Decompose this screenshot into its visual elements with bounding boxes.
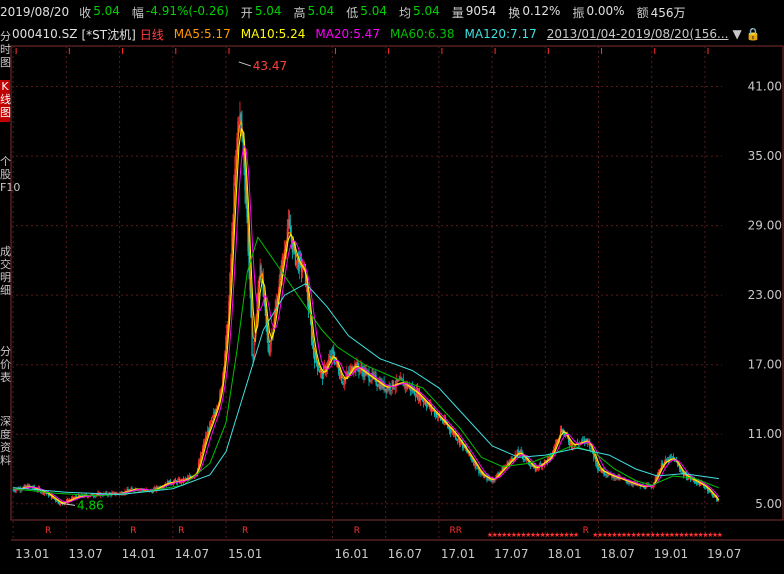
candle-body (282, 256, 284, 258)
candle-body (311, 341, 314, 346)
ma120-line (13, 282, 719, 496)
r-marker: R (45, 526, 51, 536)
candle-body (212, 415, 214, 418)
r-marker: RR (450, 526, 463, 536)
x-tick-label: 18.07 (601, 547, 635, 561)
x-tick-label: 17.07 (494, 547, 528, 561)
x-tick-label: 14.01 (122, 547, 156, 561)
candle-body (436, 416, 439, 418)
ma10-line (13, 127, 720, 504)
candle-body (472, 460, 474, 462)
candle-body (238, 120, 240, 122)
candle-body (451, 431, 453, 433)
high-annotation: 43.47 (253, 59, 287, 73)
candle-body (392, 380, 394, 389)
candle-body (328, 359, 330, 362)
candle-body (400, 377, 402, 379)
y-tick-label: 41.00 (748, 80, 782, 94)
candle-body (376, 384, 378, 386)
candle-body (210, 421, 212, 423)
candle-body (679, 468, 682, 472)
candle-body (343, 384, 345, 386)
candle-body (547, 456, 550, 458)
candle-body (394, 386, 396, 389)
candle-body (390, 390, 392, 392)
candle-body (401, 378, 403, 380)
candle-body (494, 479, 496, 481)
x-tick-label: 16.01 (334, 547, 368, 561)
y-tick-label: 23.00 (748, 288, 782, 302)
candle-body (171, 484, 174, 485)
star-marker: ★ (573, 531, 579, 539)
candle-body (537, 468, 539, 469)
candle-body (288, 219, 290, 227)
candle-body (174, 479, 177, 481)
candle-body (370, 380, 372, 382)
candle-body (301, 270, 304, 272)
r-marker: R (178, 526, 184, 536)
y-tick-label: 29.00 (748, 219, 782, 233)
r-marker: R (354, 526, 360, 536)
x-tick-label: 19.01 (654, 547, 688, 561)
candle-body (187, 476, 190, 478)
x-tick-label: 16.07 (388, 547, 422, 561)
candle-body (393, 388, 395, 390)
r-marker: R (583, 526, 589, 536)
candle-body (683, 475, 686, 477)
low-annotation: 4.86 (77, 498, 104, 512)
candle-body (614, 478, 616, 480)
candle-body (520, 450, 522, 452)
candle-body (28, 484, 30, 486)
x-tick-label: 15.01 (228, 547, 262, 561)
candle-body (517, 450, 519, 453)
high-pointer (238, 61, 251, 67)
candle-body (511, 458, 513, 459)
x-tick-label: 19.07 (707, 547, 741, 561)
x-tick-label: 13.01 (15, 547, 49, 561)
candle-body (335, 362, 337, 364)
ma5-line (13, 120, 720, 504)
r-marker: R (242, 526, 248, 536)
candle-body (295, 260, 298, 265)
kline-chart[interactable]: 41.00 35.00 29.00 23.00 17.00 11.00 5.00 13.01 1… (0, 0, 784, 574)
r-marker: R (130, 526, 136, 536)
x-tick-label: 14.07 (175, 547, 209, 561)
y-tick-label: 17.00 (748, 358, 782, 372)
candle-body (407, 387, 409, 389)
candle-body (426, 404, 429, 407)
y-tick-label: 11.00 (748, 427, 782, 441)
candle-body (422, 400, 425, 403)
plot-frame (10, 45, 784, 521)
x-tick-label: 17.01 (441, 547, 475, 561)
candle-body (597, 466, 599, 470)
candle-body (606, 474, 608, 476)
candle-body (253, 340, 255, 359)
candle-body (359, 369, 361, 373)
candle-body (586, 438, 588, 441)
candle-body (332, 349, 334, 351)
candle-body (211, 417, 213, 422)
candle-body (127, 489, 129, 491)
candle-body (630, 482, 632, 485)
candle-body (424, 401, 427, 405)
candle-body (131, 488, 133, 489)
ma20-line (13, 144, 720, 503)
candle-body (651, 486, 653, 489)
y-tick-label: 35.00 (748, 149, 782, 163)
candle-body (317, 369, 320, 371)
x-tick-label: 18.01 (547, 547, 581, 561)
x-tick-label: 13.07 (68, 547, 102, 561)
volume-indicator-strip (0, 565, 784, 574)
candle-body (456, 438, 458, 440)
y-tick-label: 5.00 (755, 497, 782, 511)
candle-body (269, 344, 271, 355)
candle-body (596, 463, 598, 467)
star-marker: ★ (717, 531, 723, 539)
